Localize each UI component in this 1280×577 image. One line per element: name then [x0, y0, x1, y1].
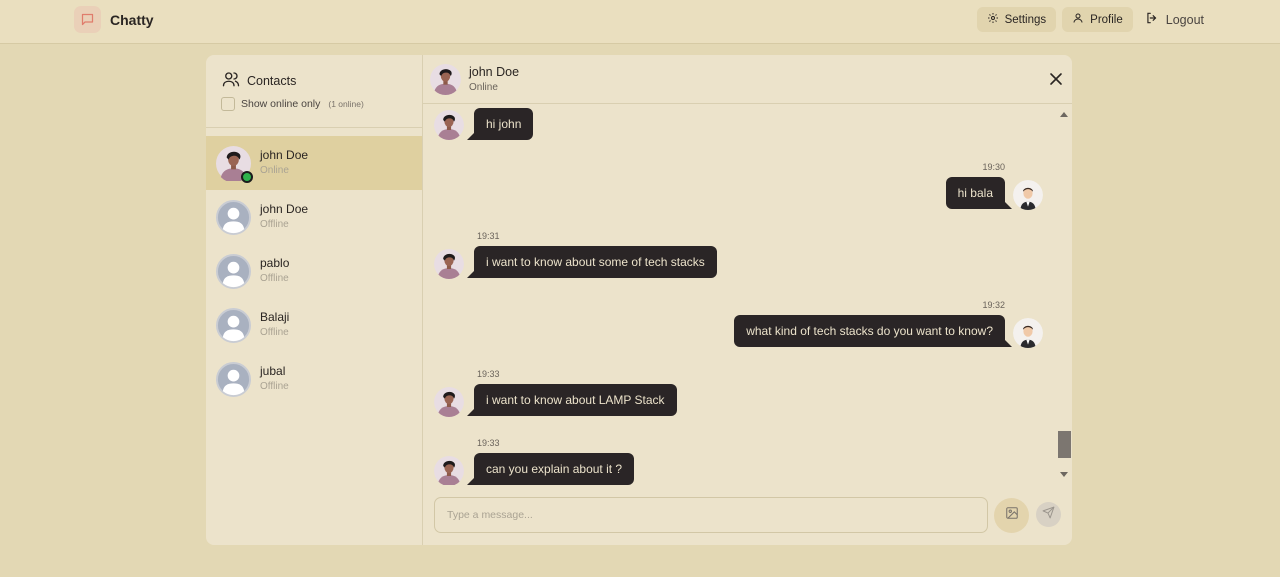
contact-item[interactable]: jubal Offline	[206, 352, 422, 406]
sidebar-title-label: Contacts	[247, 73, 297, 88]
contact-item[interactable]: Balaji Offline	[206, 298, 422, 352]
message-time: 19:32	[982, 300, 1005, 310]
scroll-up-arrow-icon[interactable]	[1060, 112, 1068, 117]
settings-label: Settings	[1004, 13, 1047, 26]
sidebar-title: Contacts	[222, 70, 296, 91]
avatar	[216, 253, 251, 289]
message-bubble: i want to know about LAMP Stack	[467, 384, 677, 416]
logout-label: Logout	[1165, 12, 1204, 27]
online-indicator	[241, 170, 253, 183]
scroll-down-arrow-icon[interactable]	[1060, 472, 1068, 477]
show-online-checkbox[interactable]	[221, 97, 235, 111]
message-bubble: i want to know about some of tech stacks	[467, 246, 717, 278]
top-navbar: Chatty Settings Profile Logout	[0, 0, 1280, 44]
avatar	[216, 307, 251, 343]
contact-name: pablo	[260, 256, 290, 270]
chat-contact-status: Online	[469, 82, 498, 93]
avatar	[430, 64, 461, 95]
avatar	[1013, 180, 1043, 210]
chat-panel: john Doe Online hi john 19:30 hi bala 19…	[423, 55, 1072, 545]
send-button[interactable]	[1036, 502, 1061, 527]
show-online-label: Show online only	[241, 98, 321, 110]
message-time: 19:33	[477, 369, 500, 379]
users-icon	[222, 70, 240, 91]
avatar	[216, 199, 251, 235]
avatar	[434, 456, 464, 485]
app-name: Chatty	[110, 11, 154, 28]
message-list: hi john 19:30 hi bala 19:31 i want to kn…	[423, 104, 1072, 485]
sidebar-header: Contacts Show online only (1 online)	[206, 55, 422, 128]
chat-header: john Doe Online	[423, 55, 1072, 104]
scrollbar-thumb[interactable]	[1058, 431, 1071, 458]
online-count: (1 online)	[328, 99, 364, 109]
nav-actions: Settings Profile Logout	[976, 7, 1206, 32]
close-icon[interactable]	[1049, 72, 1063, 86]
message-time: 19:33	[477, 438, 500, 448]
avatar	[434, 110, 464, 140]
message-bubble: hi john	[466, 108, 534, 140]
contacts-sidebar: Contacts Show online only (1 online) joh…	[206, 55, 423, 545]
brand[interactable]: Chatty	[74, 6, 154, 33]
contact-status: Online	[260, 165, 289, 176]
avatar	[216, 361, 251, 397]
attach-image-button[interactable]	[994, 498, 1029, 533]
logout-icon	[1145, 11, 1159, 28]
logout-button[interactable]: Logout	[1139, 7, 1206, 32]
send-icon	[1042, 506, 1055, 524]
contact-item[interactable]: john Doe Offline	[206, 190, 422, 244]
avatar	[434, 387, 464, 417]
contact-name: Balaji	[260, 310, 290, 324]
contact-name: john Doe	[260, 148, 309, 162]
contact-status: Offline	[260, 381, 289, 392]
message-composer	[423, 485, 1072, 545]
chat-contact-name: john Doe	[469, 65, 520, 79]
contact-item[interactable]: john Doe Online	[206, 136, 422, 190]
message-input[interactable]	[434, 497, 988, 533]
message-bubble: hi bala	[945, 177, 1013, 209]
message-time: 19:31	[477, 231, 500, 241]
settings-button[interactable]: Settings	[976, 7, 1057, 32]
message-scrollbar[interactable]	[1057, 106, 1071, 483]
online-filter: Show online only (1 online)	[221, 97, 364, 111]
user-icon	[1072, 12, 1084, 27]
image-icon	[1005, 506, 1019, 525]
message-bubble: what kind of tech stacks do you want to …	[734, 315, 1012, 347]
contact-status: Offline	[260, 273, 289, 284]
chat-bubble-icon	[74, 6, 101, 33]
contact-item[interactable]: pablo Offline	[206, 244, 422, 298]
chat-card: Contacts Show online only (1 online) joh…	[206, 55, 1072, 545]
profile-button[interactable]: Profile	[1062, 7, 1133, 32]
avatar	[216, 145, 253, 183]
contact-name: john Doe	[260, 202, 309, 216]
contact-status: Offline	[260, 327, 289, 338]
message-time: 19:30	[982, 162, 1005, 172]
contact-status: Offline	[260, 219, 289, 230]
gear-icon	[987, 12, 999, 27]
contact-name: jubal	[260, 364, 286, 378]
avatar	[434, 249, 464, 279]
message-bubble: can you explain about it ?	[466, 453, 635, 485]
profile-label: Profile	[1090, 13, 1123, 26]
avatar	[1013, 318, 1043, 348]
contact-list: john Doe Online john Doe Offline pablo O…	[206, 136, 422, 406]
